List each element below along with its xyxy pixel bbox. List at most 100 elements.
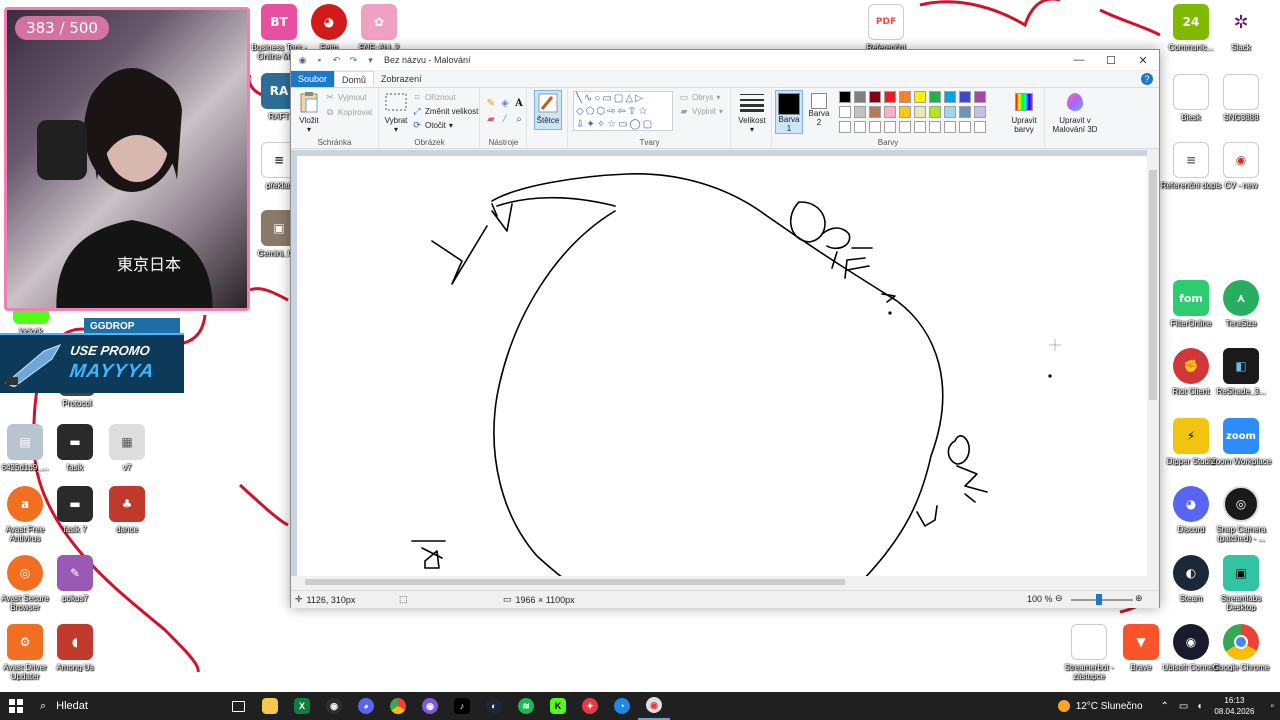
palette-swatch[interactable] bbox=[899, 91, 911, 103]
network-icon[interactable]: ▭ bbox=[1179, 701, 1188, 712]
desktop-icon-zoom[interactable]: zoom Zoom Workplace bbox=[1210, 418, 1272, 484]
desktop-icon-cv[interactable]: ◉ CV - new bbox=[1210, 142, 1272, 208]
palette-swatch[interactable] bbox=[914, 106, 926, 118]
palette-swatch[interactable] bbox=[884, 106, 896, 118]
close-button[interactable]: ✕ bbox=[1127, 50, 1159, 70]
palette-swatch[interactable] bbox=[944, 106, 956, 118]
palette-swatch-empty[interactable] bbox=[854, 121, 866, 133]
customize-qat-icon[interactable]: ▾ bbox=[365, 55, 376, 66]
open-paint3d-button[interactable]: Upravit v Malování 3D bbox=[1048, 90, 1102, 134]
palette-swatch[interactable] bbox=[854, 106, 866, 118]
rotate-button[interactable]: ⟳ Otočit ▾ bbox=[412, 120, 453, 130]
desktop-icon-sng[interactable]: SNG3888 bbox=[1210, 74, 1272, 140]
tab-home[interactable]: Domů bbox=[334, 71, 375, 87]
palette-swatch-empty[interactable] bbox=[929, 121, 941, 133]
cut-button[interactable]: ✂ Vyjmout bbox=[325, 92, 366, 102]
palette-swatch[interactable] bbox=[884, 91, 896, 103]
taskbar-spotify[interactable]: ≋ bbox=[510, 692, 542, 720]
taskbar-tiktok[interactable]: ♪ bbox=[446, 692, 478, 720]
redo-icon[interactable]: ↷ bbox=[348, 55, 359, 66]
palette-swatch[interactable] bbox=[899, 106, 911, 118]
fill-icon[interactable]: ◈ bbox=[498, 96, 512, 110]
start-button[interactable] bbox=[0, 692, 32, 720]
taskbar-chrome[interactable] bbox=[382, 692, 414, 720]
shapes-gallery[interactable]: ╲∿○▭▢△▷ ◇⬠⬡⇨⇦⇧☆ ⇩✦✧☆▭◯▢ bbox=[573, 91, 673, 131]
minimize-button[interactable]: — bbox=[1063, 50, 1095, 70]
taskbar-app-red[interactable]: ✦ bbox=[574, 692, 606, 720]
palette-swatch-empty[interactable] bbox=[914, 121, 926, 133]
palette-swatch[interactable] bbox=[959, 91, 971, 103]
clock[interactable]: 16:13 08.04.2026 bbox=[1214, 695, 1254, 717]
eraser-icon[interactable]: ▰ bbox=[484, 112, 498, 126]
drawing-canvas[interactable] bbox=[297, 156, 1147, 582]
palette-swatch[interactable] bbox=[974, 106, 986, 118]
tab-file[interactable]: Soubor bbox=[291, 71, 335, 87]
taskbar-steam[interactable]: ◐ bbox=[478, 692, 510, 720]
color2-button[interactable]: Barva 2 bbox=[805, 90, 833, 127]
desktop-icon-pokus7[interactable]: ✎ pokus7 bbox=[44, 555, 106, 621]
palette-swatch[interactable] bbox=[869, 106, 881, 118]
palette-swatch[interactable] bbox=[929, 106, 941, 118]
select-button[interactable]: Vybrat ▾ bbox=[382, 90, 410, 134]
undo-icon[interactable]: ↶ bbox=[331, 55, 342, 66]
desktop-icon-chrome[interactable]: Google Chrome bbox=[1210, 624, 1272, 690]
notifications-icon[interactable]: ▫ bbox=[1270, 701, 1274, 712]
size-button[interactable]: Velikost ▾ bbox=[734, 90, 770, 134]
zoom-slider-thumb[interactable] bbox=[1096, 594, 1102, 605]
zoom-in-button[interactable]: ⊕ bbox=[1135, 593, 1143, 604]
horizontal-scrollbar[interactable] bbox=[291, 576, 1147, 588]
color1-button[interactable]: Barva 1 bbox=[775, 90, 803, 134]
palette-swatch-empty[interactable] bbox=[899, 121, 911, 133]
brushes-button[interactable]: Štětce bbox=[534, 90, 562, 130]
text-icon[interactable]: A bbox=[512, 96, 526, 110]
taskbar-obs[interactable]: ◉ bbox=[318, 692, 350, 720]
pencil-icon[interactable]: ✎ bbox=[484, 96, 498, 110]
taskbar-discord[interactable]: ◕ bbox=[350, 692, 382, 720]
vertical-scroll-thumb[interactable] bbox=[1149, 170, 1157, 400]
help-icon[interactable]: ? bbox=[1141, 73, 1153, 85]
desktop-icon-among-us[interactable]: ◖ Among Us bbox=[44, 624, 106, 690]
palette-swatch[interactable] bbox=[959, 106, 971, 118]
palette-swatch[interactable] bbox=[854, 91, 866, 103]
desktop-icon-streamlabs[interactable]: ▣ Streamlabs Desktop bbox=[1210, 555, 1272, 621]
weather-widget[interactable]: 12°C Slunečno bbox=[1057, 700, 1143, 712]
fill-shape-button[interactable]: ▰ Výplnit ▾ bbox=[679, 106, 724, 116]
desktop-icon-slack[interactable]: ✲ Slack bbox=[1210, 4, 1272, 70]
palette-swatch[interactable] bbox=[929, 91, 941, 103]
palette-swatch[interactable] bbox=[974, 91, 986, 103]
resize-button[interactable]: ⤢ Změnit velikost bbox=[412, 106, 478, 116]
horizontal-scroll-thumb[interactable] bbox=[305, 579, 845, 585]
palette-swatch-empty[interactable] bbox=[974, 121, 986, 133]
chevron-up-icon[interactable]: ⌃ bbox=[1161, 701, 1169, 712]
desktop-icon-v7[interactable]: ▦ v7 bbox=[96, 424, 158, 490]
taskbar-excel[interactable]: X bbox=[286, 692, 318, 720]
paste-button[interactable]: Vložit ▾ bbox=[295, 90, 323, 134]
palette-swatch[interactable] bbox=[839, 106, 851, 118]
desktop-icon-terasize[interactable]: ⋏ TeraSize bbox=[1210, 280, 1272, 346]
taskbar-browser[interactable]: ◉ bbox=[414, 692, 446, 720]
palette-swatch-empty[interactable] bbox=[944, 121, 956, 133]
taskbar-paint[interactable]: ◉ bbox=[638, 692, 670, 720]
volume-icon[interactable]: ◖ bbox=[1196, 701, 1202, 712]
taskbar-file-explorer[interactable] bbox=[254, 692, 286, 720]
taskbar-messenger[interactable]: ◔ bbox=[606, 692, 638, 720]
magnifier-icon[interactable]: ⌕ bbox=[512, 112, 526, 126]
zoom-slider[interactable] bbox=[1071, 599, 1133, 601]
palette-swatch-empty[interactable] bbox=[884, 121, 896, 133]
color-picker-icon[interactable]: ⁄ bbox=[498, 112, 512, 126]
edit-colors-button[interactable]: Upravit barvy bbox=[1005, 90, 1043, 134]
palette-swatch-empty[interactable] bbox=[839, 121, 851, 133]
desktop-icon-dance[interactable]: ♣ dance bbox=[96, 486, 158, 552]
palette-swatch[interactable] bbox=[869, 91, 881, 103]
crop-button[interactable]: ⌗ Oříznout bbox=[412, 92, 455, 102]
task-view-button[interactable] bbox=[222, 692, 254, 720]
palette-swatch[interactable] bbox=[944, 91, 956, 103]
tab-view[interactable]: Zobrazení bbox=[374, 71, 429, 87]
desktop-icon-snap-camera[interactable]: ◎ Snap Camera (patched) - ... bbox=[1210, 486, 1272, 552]
palette-swatch-empty[interactable] bbox=[869, 121, 881, 133]
palette-swatch-empty[interactable] bbox=[959, 121, 971, 133]
copy-button[interactable]: ⧉ Kopírovat bbox=[325, 107, 372, 117]
outline-button[interactable]: ▭ Obrys ▾ bbox=[679, 92, 721, 102]
taskbar-search[interactable]: ⌕ Hledat bbox=[32, 692, 222, 720]
zoom-out-button[interactable]: ⊖ bbox=[1055, 593, 1063, 604]
